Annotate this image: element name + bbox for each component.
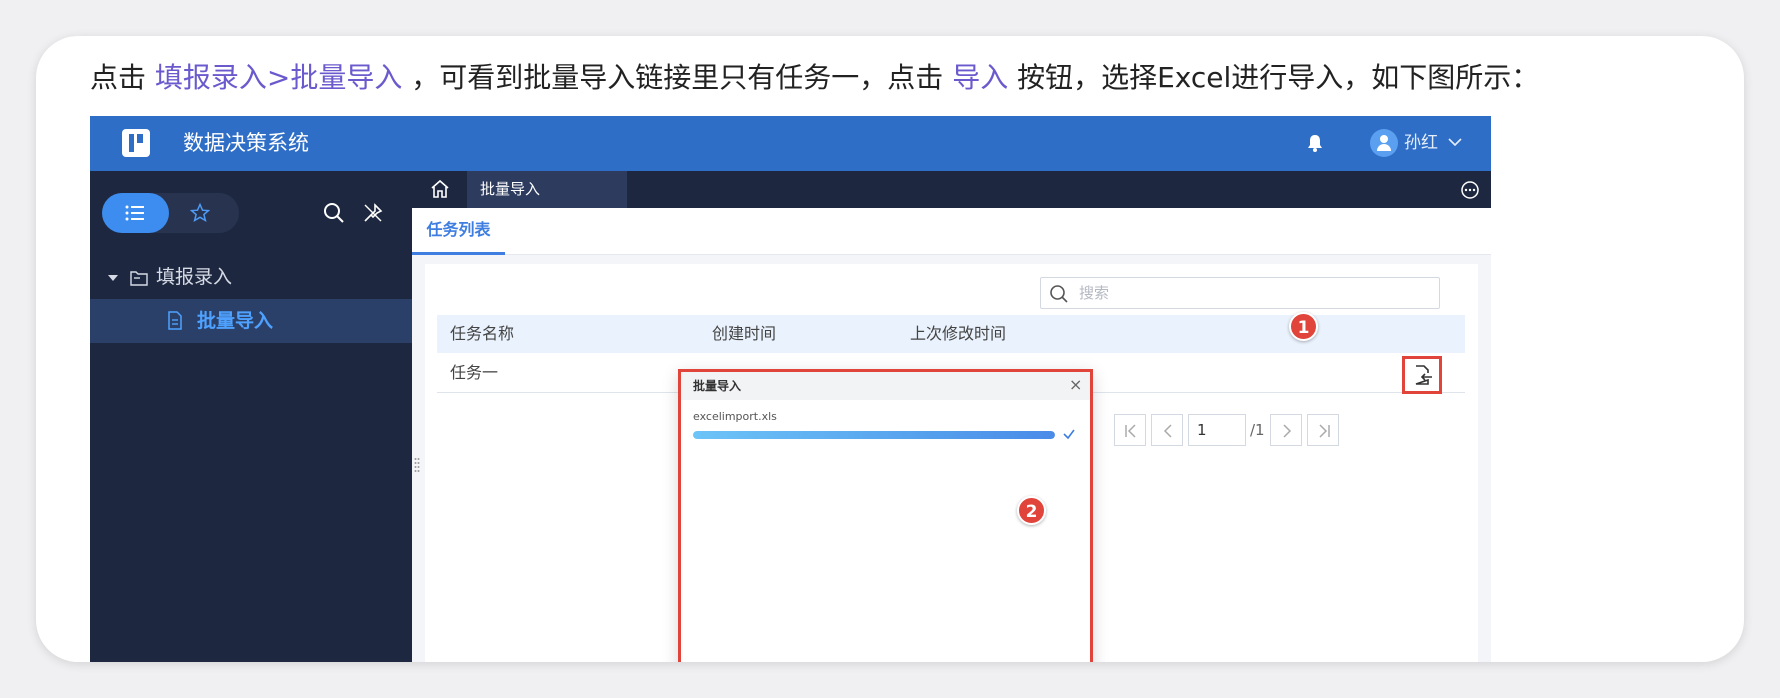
document-icon <box>168 311 182 330</box>
upload-progress-bar <box>693 431 1055 439</box>
column-header: 上次修改时间 <box>910 324 1007 343</box>
tree-parent-label: 填报录入 <box>156 266 233 288</box>
app-screenshot: 数据决策系统 孙红 填报录入 批量导入 批量导入 任务列表 搜索 任务名称 创建… <box>90 116 1491 662</box>
avatar[interactable] <box>1370 129 1398 157</box>
column-header: 任务名称 <box>450 324 515 343</box>
caret-down-icon <box>108 274 118 281</box>
intro-text: 点击 填报录入>批量导入 ，可看到批量导入链接里只有任务一，点击 导入 按钮，选… <box>90 58 1539 98</box>
dialog-header: 批量导入 × <box>681 372 1090 400</box>
prev-page-button[interactable] <box>1151 414 1183 446</box>
check-icon <box>1063 429 1075 440</box>
first-page-button[interactable] <box>1114 414 1146 446</box>
search-placeholder: 搜索 <box>1079 284 1110 302</box>
dialog-title: 批量导入 <box>693 379 742 393</box>
search-input[interactable]: 搜索 <box>1040 277 1440 309</box>
search-icon <box>1050 285 1068 303</box>
next-page-button[interactable] <box>1270 414 1302 446</box>
chevron-left-icon <box>1163 424 1172 438</box>
tutorial-card: 点击 填报录入>批量导入 ，可看到批量导入链接里只有任务一，点击 导入 按钮，选… <box>36 36 1744 662</box>
last-page-button[interactable] <box>1307 414 1339 446</box>
annotation-badge-2: 2 <box>1017 496 1046 525</box>
list-icon <box>125 205 144 221</box>
column-header: 创建时间 <box>712 324 777 343</box>
home-icon[interactable] <box>430 179 450 199</box>
chevron-down-icon[interactable] <box>1447 134 1463 150</box>
tab-batch-import[interactable]: 批量导入 <box>467 171 627 208</box>
page-number-input[interactable]: 1 <box>1188 414 1246 446</box>
sidebar-item-batch-import[interactable]: 批量导入 <box>90 299 412 343</box>
intro-middle: ，可看到批量导入链接里只有任务一，点击 <box>402 61 953 94</box>
intro-link-import[interactable]: 导入 <box>952 61 1008 94</box>
unpin-icon[interactable] <box>362 202 384 224</box>
intro-link-batch-import[interactable]: 填报录入>批量导入 <box>155 61 402 94</box>
search-icon[interactable] <box>323 202 345 224</box>
username[interactable]: 孙红 <box>1404 131 1438 155</box>
chevron-right-icon <box>1283 424 1292 438</box>
intro-prefix: 点击 <box>90 61 155 94</box>
sidebar: 填报录入 批量导入 <box>90 171 412 662</box>
tree-child-label: 批量导入 <box>197 310 274 332</box>
app-logo-icon <box>122 129 150 157</box>
list-mode-button[interactable] <box>102 193 169 233</box>
folder-icon <box>130 271 148 286</box>
bell-icon[interactable] <box>1304 132 1326 154</box>
subtab-row: 任务列表 <box>412 208 1491 255</box>
annotation-badge-1: 1 <box>1289 312 1318 341</box>
task-name: 任务一 <box>450 363 499 382</box>
app-header: 数据决策系统 孙红 <box>90 116 1491 171</box>
more-options-icon[interactable] <box>1460 180 1480 200</box>
file-name: excelimport.xls <box>693 410 777 423</box>
intro-suffix: 按钮，选择Excel进行导入，如下图所示： <box>1008 61 1540 94</box>
tab-bar: 批量导入 <box>412 171 1491 208</box>
progress-fill <box>693 431 1055 439</box>
drag-handle-icon[interactable] <box>414 457 420 473</box>
close-icon[interactable]: × <box>1069 375 1082 395</box>
tab-task-list[interactable]: 任务列表 <box>412 208 505 255</box>
import-button[interactable] <box>1402 356 1442 394</box>
star-icon[interactable] <box>190 203 210 223</box>
last-page-icon <box>1319 424 1330 438</box>
first-page-icon <box>1125 424 1136 438</box>
sidebar-mode-switch <box>102 193 239 233</box>
app-title: 数据决策系统 <box>183 131 309 155</box>
tree-item-fill-entry[interactable]: 填报录入 <box>108 264 232 290</box>
page-total: /1 <box>1250 421 1265 439</box>
import-icon <box>1415 365 1432 385</box>
